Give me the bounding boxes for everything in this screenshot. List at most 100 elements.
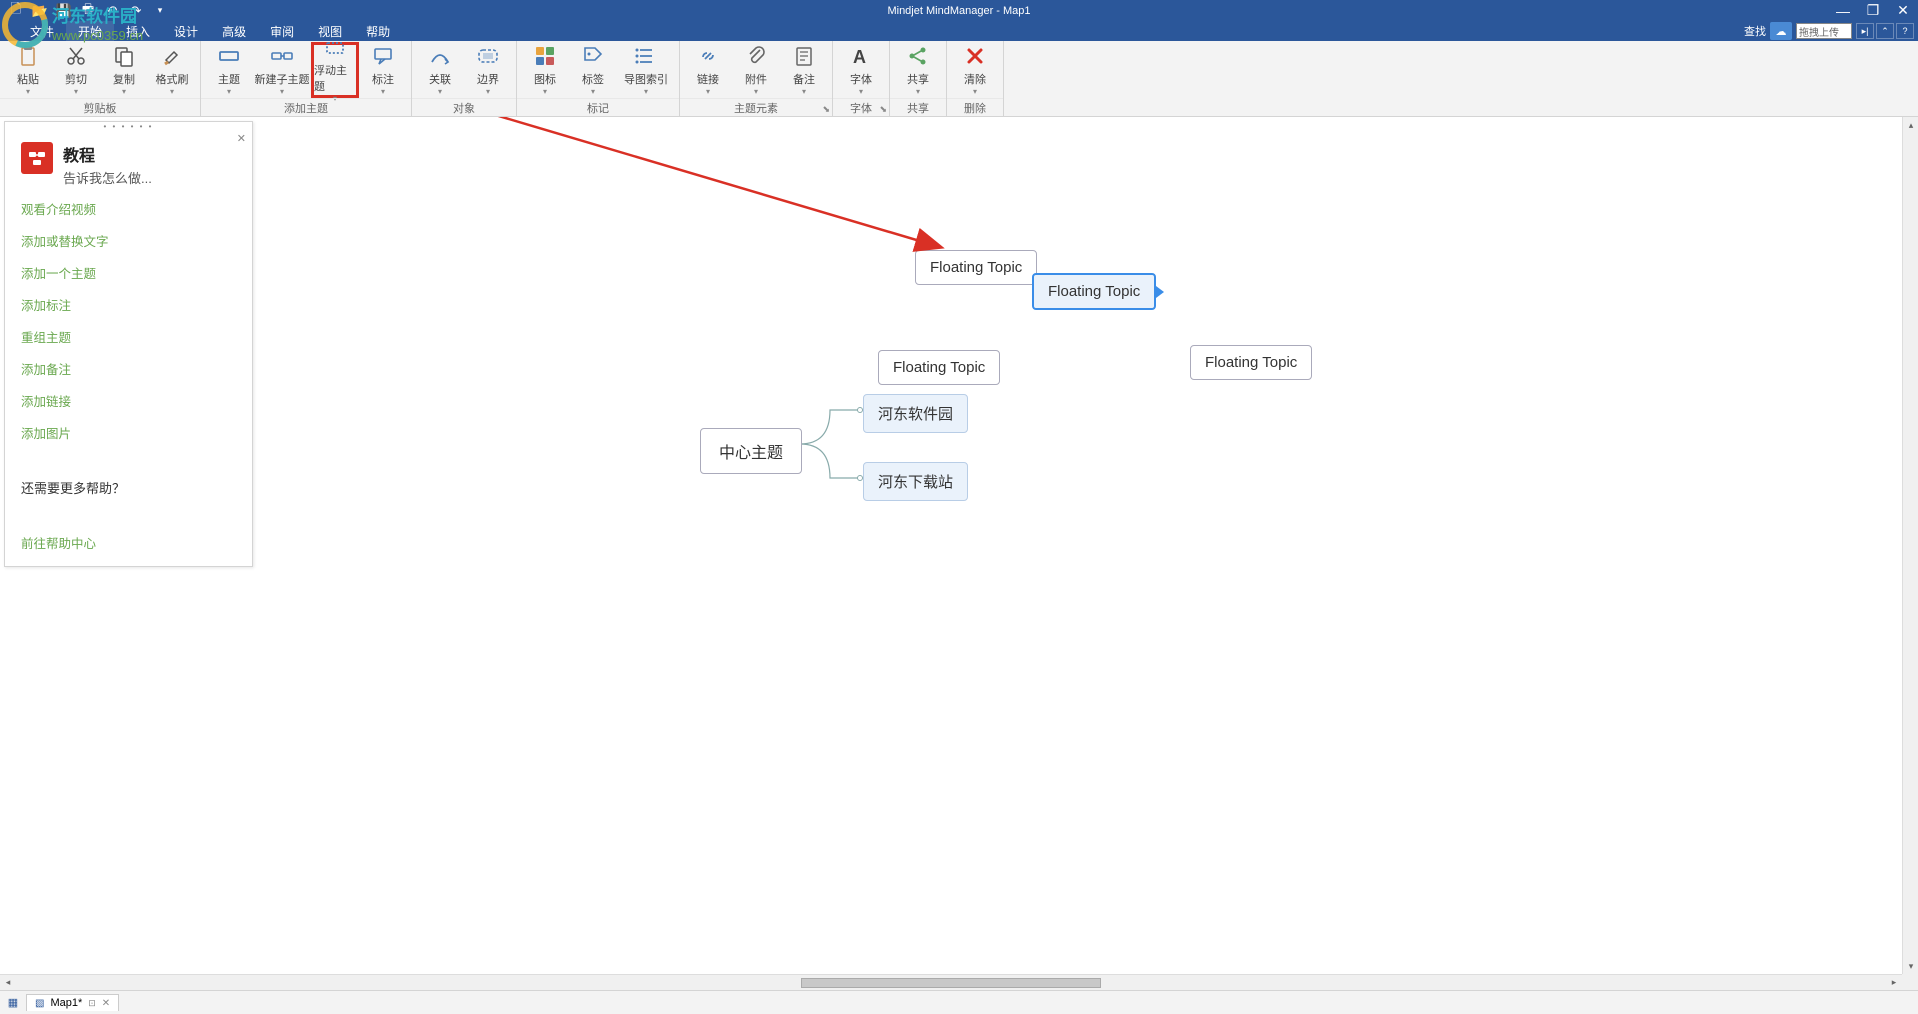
ribbon-btn-label: 浮动主题 bbox=[314, 62, 356, 94]
subtopic-1[interactable]: 河东软件园 bbox=[863, 394, 968, 433]
callout-button[interactable]: 标注▾ bbox=[359, 42, 407, 98]
menu-advanced[interactable]: 高级 bbox=[210, 21, 258, 41]
scroll-left-icon[interactable]: ◂ bbox=[0, 975, 16, 991]
ribbon-group-label: 添加主题 bbox=[201, 98, 411, 116]
format-painter-button[interactable]: 格式刷▾ bbox=[148, 42, 196, 98]
tutorial-link-7[interactable]: 添加图片 bbox=[21, 423, 236, 442]
tutorial-link-1[interactable]: 添加或替换文字 bbox=[21, 231, 236, 250]
menu-help[interactable]: 帮助 bbox=[354, 21, 402, 41]
floating-topic-3[interactable]: Floating Topic bbox=[878, 350, 1000, 385]
doc-pin-icon[interactable]: ⊡ bbox=[88, 998, 96, 1009]
ribbon-group-字体: A字体▾字体⬊ bbox=[833, 41, 890, 116]
doc-tab-label: Map1* bbox=[50, 997, 82, 1009]
floating-topic-1[interactable]: Floating Topic bbox=[915, 250, 1037, 285]
qat-undo-icon[interactable]: ↶ bbox=[102, 2, 122, 20]
dialog-launcher-icon[interactable]: ⬊ bbox=[879, 104, 887, 115]
tutorial-link-5[interactable]: 添加备注 bbox=[21, 359, 236, 378]
subtopic-button[interactable]: 新建子主题▾ bbox=[253, 42, 311, 98]
help-icon[interactable]: ? bbox=[1896, 23, 1914, 39]
qat-print-icon[interactable]: 🖶 bbox=[78, 2, 98, 20]
collapse-ribbon-icon[interactable]: ⌃ bbox=[1876, 23, 1894, 39]
tutorial-link-3[interactable]: 添加标注 bbox=[21, 295, 236, 314]
menu-view[interactable]: 视图 bbox=[306, 21, 354, 41]
floating-topic-selected[interactable]: Floating Topic bbox=[1032, 273, 1156, 310]
topic-button[interactable]: 主题▾ bbox=[205, 42, 253, 98]
relationship-button[interactable]: 关联▾ bbox=[416, 42, 464, 98]
dialog-launcher-icon[interactable]: ⬊ bbox=[822, 104, 830, 115]
doc-close-icon[interactable]: ✕ bbox=[102, 998, 110, 1009]
ribbon-btn-label: 新建子主题 bbox=[255, 71, 310, 87]
ribbon-btn-label: 清除 bbox=[964, 71, 986, 87]
tutorial-link-2[interactable]: 添加一个主题 bbox=[21, 263, 236, 282]
pane-close-icon[interactable]: ✕ bbox=[237, 132, 246, 145]
horizontal-scrollbar[interactable]: ◂ ▸ bbox=[0, 974, 1902, 990]
font-button[interactable]: A字体▾ bbox=[837, 42, 885, 98]
layout-toggle-icon[interactable]: ▸| bbox=[1856, 23, 1874, 39]
floating-button[interactable]: 浮动主题▾ bbox=[311, 42, 359, 98]
clear-button[interactable]: 清除▾ bbox=[951, 42, 999, 98]
map-index-button[interactable]: 导图索引▾ bbox=[617, 42, 675, 98]
ribbon-btn-label: 字体 bbox=[850, 71, 872, 87]
document-tab[interactable]: ▧ Map1* ⊡ ✕ bbox=[26, 994, 119, 1011]
copy-button[interactable]: 复制▾ bbox=[100, 42, 148, 98]
scroll-thumb[interactable] bbox=[801, 978, 1101, 988]
share-button[interactable]: 共享▾ bbox=[894, 42, 942, 98]
tutorial-link-4[interactable]: 重组主题 bbox=[21, 327, 236, 346]
close-button[interactable]: ✕ bbox=[1888, 0, 1918, 21]
menu-home[interactable]: 开始 bbox=[66, 21, 114, 41]
dropdown-arrow-icon: ▾ bbox=[438, 87, 442, 96]
ribbon-btn-label: 主题 bbox=[218, 71, 240, 87]
dropdown-arrow-icon: ▾ bbox=[644, 87, 648, 96]
link-button[interactable]: 链接▾ bbox=[684, 42, 732, 98]
ribbon-group-label: 字体⬊ bbox=[833, 98, 889, 116]
note-button[interactable]: 备注▾ bbox=[780, 42, 828, 98]
ribbon-group-label: 共享 bbox=[890, 98, 946, 116]
attachment-button[interactable]: 附件▾ bbox=[732, 42, 780, 98]
menu-file[interactable]: 文件 bbox=[18, 21, 66, 41]
ribbon-group-label: 主题元素⬊ bbox=[680, 98, 832, 116]
dropdown-arrow-icon: ▾ bbox=[706, 87, 710, 96]
help-question: 还需要更多帮助？ bbox=[21, 478, 236, 497]
central-topic[interactable]: 中心主题 bbox=[700, 428, 802, 474]
help-center-link[interactable]: 前往帮助中心 bbox=[21, 533, 236, 552]
tutorial-link-0[interactable]: 观看介绍视频 bbox=[21, 199, 236, 218]
restore-button[interactable]: ❐ bbox=[1858, 0, 1888, 21]
ribbon-btn-label: 标注 bbox=[372, 71, 394, 87]
cloud-icon[interactable]: ☁ bbox=[1770, 22, 1792, 40]
ribbon-btn-label: 图标 bbox=[534, 71, 556, 87]
minimize-button[interactable]: — bbox=[1828, 0, 1858, 21]
tags-button[interactable]: 标签▾ bbox=[569, 42, 617, 98]
icons-button[interactable]: 图标▾ bbox=[521, 42, 569, 98]
scroll-right-icon[interactable]: ▸ bbox=[1886, 975, 1902, 991]
dropdown-arrow-icon: ▾ bbox=[122, 87, 126, 96]
menu-review[interactable]: 审阅 bbox=[258, 21, 306, 41]
scroll-down-icon[interactable]: ▾ bbox=[1903, 958, 1918, 974]
mindmap-canvas[interactable]: • • • • • • ✕ 教程 告诉我怎么做... 观看介绍视频添加或替换文字… bbox=[0, 117, 1902, 974]
link-icon bbox=[695, 43, 721, 69]
qat-dropdown-icon[interactable]: ▾ bbox=[150, 2, 170, 20]
scroll-corner bbox=[1902, 974, 1918, 990]
ribbon-btn-label: 备注 bbox=[793, 71, 815, 87]
vertical-scrollbar[interactable]: ▴ ▾ bbox=[1902, 117, 1918, 974]
qat-save-icon[interactable]: 💾 bbox=[54, 2, 74, 20]
tab-list-icon[interactable]: ▦ bbox=[4, 994, 22, 1012]
qat-redo-icon[interactable]: ↷ bbox=[126, 2, 146, 20]
menu-insert[interactable]: 插入 bbox=[114, 21, 162, 41]
boundary-button[interactable]: 边界▾ bbox=[464, 42, 512, 98]
ribbon-group-主题元素: 链接▾附件▾备注▾主题元素⬊ bbox=[680, 41, 833, 116]
cut-button[interactable]: 剪切▾ bbox=[52, 42, 100, 98]
search-input[interactable]: 拖拽上传 bbox=[1796, 23, 1852, 39]
menu-design[interactable]: 设计 bbox=[162, 21, 210, 41]
pane-drag-handle[interactable]: • • • • • • bbox=[5, 122, 252, 132]
qat-new-icon[interactable]: 🗋 bbox=[6, 2, 26, 20]
scroll-up-icon[interactable]: ▴ bbox=[1903, 117, 1918, 133]
ribbon-group-label: 剪贴板 bbox=[0, 98, 200, 116]
tutorial-link-6[interactable]: 添加链接 bbox=[21, 391, 236, 410]
paste-button[interactable]: 粘贴▾ bbox=[4, 42, 52, 98]
floating-topic-4[interactable]: Floating Topic bbox=[1190, 345, 1312, 380]
subtopic-2[interactable]: 河东下载站 bbox=[863, 462, 968, 501]
ribbon-btn-label: 附件 bbox=[745, 71, 767, 87]
qat-open-icon[interactable]: 📂 bbox=[30, 2, 50, 20]
annotation-arrow bbox=[300, 117, 960, 257]
ribbon-btn-label: 关联 bbox=[429, 71, 451, 87]
